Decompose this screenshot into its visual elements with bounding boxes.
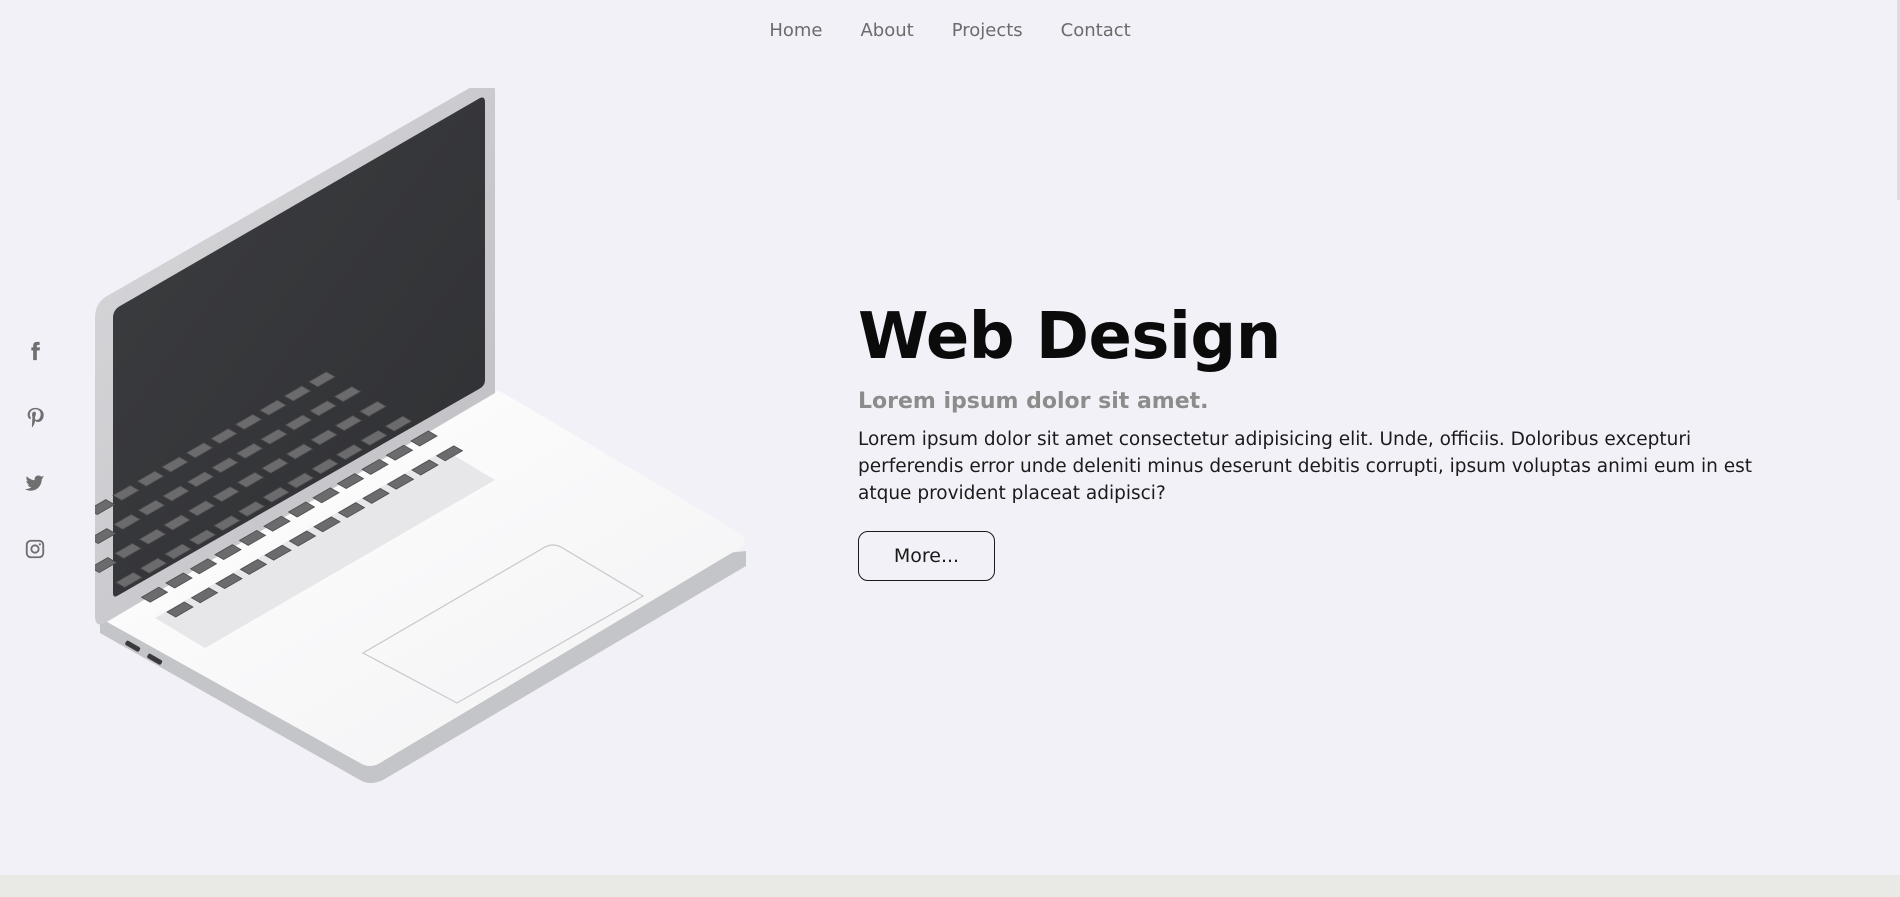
facebook-icon[interactable] <box>24 340 46 362</box>
more-button[interactable]: More... <box>858 531 995 581</box>
nav-projects-link[interactable]: Projects <box>952 20 1023 41</box>
footer-band <box>0 875 1900 897</box>
nav-about-link[interactable]: About <box>860 20 913 41</box>
social-links <box>24 340 46 560</box>
twitter-icon[interactable] <box>24 472 46 494</box>
page: Home About Projects Contact Web Design L… <box>0 0 1900 897</box>
instagram-icon[interactable] <box>24 538 46 560</box>
page-title: Web Design <box>858 300 1281 374</box>
pinterest-icon[interactable] <box>24 406 46 428</box>
nav-contact-link[interactable]: Contact <box>1061 20 1131 41</box>
top-nav: Home About Projects Contact <box>0 20 1900 41</box>
hero-section: Web Design Lorem ipsum dolor sit amet. L… <box>858 298 1778 581</box>
hero-body-text: Lorem ipsum dolor sit amet consectetur a… <box>858 429 1753 504</box>
nav-home-link[interactable]: Home <box>769 20 822 41</box>
hero-subtitle: Lorem ipsum dolor sit amet. <box>858 389 1209 414</box>
laptop-illustration <box>95 88 746 783</box>
